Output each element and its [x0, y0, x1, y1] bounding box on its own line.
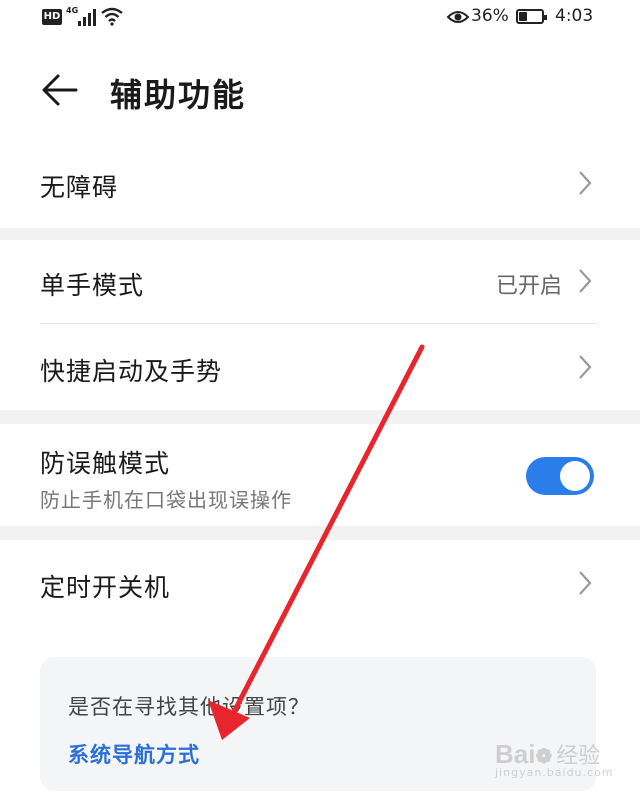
- accidental-touch-toggle[interactable]: [526, 457, 594, 495]
- suggestion-question: 是否在寻找其他设置项？: [68, 695, 310, 719]
- system-navigation-link[interactable]: 系统导航方式: [68, 739, 200, 769]
- list-item-shortcuts-gestures[interactable]: 快捷启动及手势: [0, 324, 640, 410]
- signal-icon: 4G: [66, 6, 98, 28]
- page-title: 辅助功能: [110, 76, 247, 114]
- list-item-subtitle: 防止手机在口袋出现误操作: [40, 488, 292, 512]
- clock: 4:03: [555, 6, 594, 26]
- chevron-right-icon: [579, 269, 592, 293]
- list-item-one-hand-mode[interactable]: 单手模式 已开启: [0, 240, 640, 324]
- list-item-label: 快捷启动及手势: [40, 357, 223, 386]
- chevron-right-icon: [579, 171, 592, 195]
- hd-icon: HD: [42, 9, 62, 25]
- chevron-right-icon: [579, 571, 592, 595]
- battery-percent: 36%: [471, 6, 509, 26]
- section-separator: [0, 228, 640, 240]
- chevron-right-icon: [579, 355, 592, 379]
- list-item-label: 防误触模式: [40, 449, 171, 478]
- wifi-icon: [101, 7, 123, 26]
- eye-comfort-icon: [447, 11, 469, 23]
- list-item-accessibility[interactable]: 无障碍: [0, 140, 640, 228]
- list-item-label: 定时开关机: [40, 573, 171, 602]
- status-bar: HD 4G 36% 4:03: [0, 0, 640, 36]
- list-item-label: 无障碍: [40, 173, 119, 202]
- status-value: 已开启: [495, 274, 562, 299]
- list-item-scheduled-power[interactable]: 定时开关机: [0, 540, 640, 630]
- section-separator: [0, 410, 640, 424]
- list-item-label: 单手模式: [40, 271, 145, 300]
- baidu-watermark: Bai❁ 经验 jingyan.baidu.com: [495, 739, 614, 779]
- back-arrow-icon[interactable]: [40, 72, 80, 108]
- section-separator: [0, 526, 640, 540]
- toggle-knob: [560, 461, 590, 491]
- battery-icon: [516, 9, 547, 24]
- network-type: 4G: [66, 6, 79, 15]
